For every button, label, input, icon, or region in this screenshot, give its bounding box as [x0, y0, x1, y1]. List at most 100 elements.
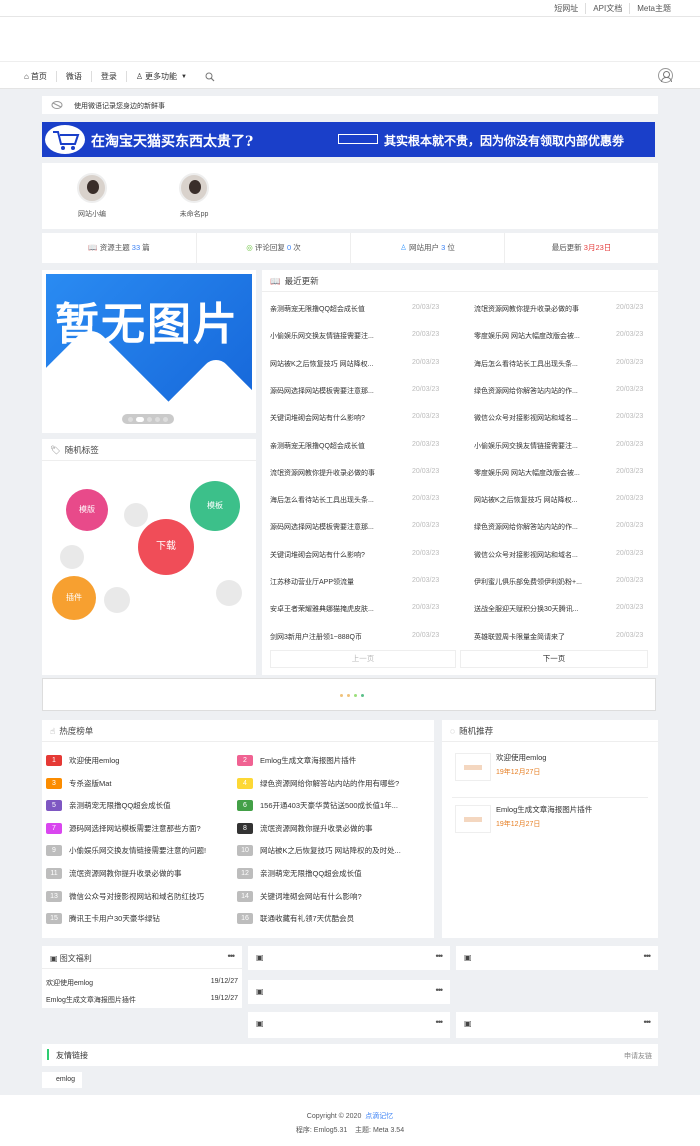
latest-item[interactable]: 安卓王者荣耀雅典娜猫掩虎皮肤... 20/03/23 — [270, 604, 439, 614]
program-link[interactable]: Emlog5.31 — [314, 1127, 347, 1134]
top-link-meta-theme[interactable]: Meta主题 — [629, 3, 678, 14]
latest-item[interactable]: 零度娱乐网 网站大幅度改版会被... 20/03/23 — [474, 468, 643, 478]
latest-item[interactable]: 绿色资源网给你解答站内站的作... 20/03/23 — [474, 522, 643, 532]
nav-more[interactable]: ♙ 更多功能 ▼ — [125, 71, 196, 82]
latest-item[interactable]: 微信公众号对接影视网站和域名... 20/03/23 — [474, 550, 643, 560]
friend-links-title: 友情链接 — [56, 1051, 88, 1060]
latest-item[interactable]: 网站被K之后恢复技巧 网站降权... 20/03/23 — [270, 359, 439, 369]
latest-item[interactable]: 海后怎么看待站长工具出现头条... 20/03/23 — [474, 359, 643, 369]
tag-bubble-empty[interactable] — [216, 580, 242, 606]
tag-bubble[interactable]: 下载 — [138, 519, 194, 575]
footer-copyright: Copyright © 2020 点滴记忆 — [0, 1111, 700, 1121]
image-slider[interactable]: 暂无图片 — [42, 270, 256, 433]
latest-item[interactable]: 亲测萌宠无限撸QQ超会成长值 20/03/23 — [270, 304, 439, 314]
ad-right-text: 其实根本就不贵，因为你没有领取内部优惠劵 — [384, 134, 625, 148]
image-text-item-title[interactable]: 欢迎使用emlog — [46, 978, 93, 988]
stat-topics: 📖 资源主题 33 篇 — [42, 233, 196, 263]
rank-badge: 8 — [237, 822, 253, 834]
latest-item[interactable]: 绿色资源网给你解答站内站的作... 20/03/23 — [474, 386, 643, 396]
latest-item[interactable]: 源码网选择网站模板需要注意那... 20/03/23 — [270, 522, 439, 532]
tag-bubble[interactable]: 模板 — [190, 481, 240, 531]
hot-item[interactable]: 11 流氓资源网教你提升收录必做的事 — [46, 868, 182, 879]
tag-bubble-empty[interactable] — [60, 545, 84, 569]
latest-item[interactable]: 小偷娱乐网交换友情链接需要注... 20/03/23 — [474, 441, 643, 451]
latest-item[interactable]: 海后怎么看待站长工具出现头条... 20/03/23 — [270, 495, 439, 505]
tag-bubble[interactable]: 插件 — [52, 576, 96, 620]
latest-item-title: 海后怎么看待站长工具出现头条... — [474, 360, 578, 368]
latest-item[interactable]: 亲测萌宠无限撸QQ超会成长值 20/03/23 — [270, 441, 439, 451]
theme-link[interactable]: Meta 3.54 — [373, 1127, 404, 1134]
hot-item[interactable]: 2 Emlog生成文章海报图片插件 — [237, 755, 356, 766]
hot-item[interactable]: 15 腾讯王卡用户30天豪华绿钻 — [46, 913, 160, 925]
latest-item[interactable]: 源码网选择网站模板需要注意那... 20/03/23 — [270, 386, 439, 396]
hot-item[interactable]: 4 绿色资源网给你解答站内站的作用有哪些? — [237, 777, 399, 789]
tag-bubble-empty[interactable] — [104, 587, 130, 613]
hot-item[interactable]: 8 流氓资源网教你提升收录必做的事 — [237, 822, 373, 834]
tag-bubble[interactable]: 模版 — [66, 489, 108, 531]
latest-item[interactable]: 剑网3新用户注册领1~888Q币 20/03/23 — [270, 632, 439, 642]
hot-item[interactable]: 12 亲测萌宠无限撸QQ超会成长值 — [237, 868, 362, 879]
hot-item[interactable]: 16 联通收藏有礼领7天优酷会员 — [237, 913, 354, 925]
slider-dot-active[interactable] — [136, 416, 144, 422]
more-icon[interactable]: ••• — [436, 1017, 444, 1027]
latest-item[interactable]: 英雄联盟周卡限量金简请来了 20/03/23 — [474, 632, 643, 642]
latest-item[interactable]: 零度娱乐网 网站大幅度改版会被... 20/03/23 — [474, 331, 643, 341]
latest-item[interactable]: 关键词堆砌会网站有什么影响? 20/03/23 — [270, 550, 439, 560]
latest-item[interactable]: 网站被K之后恢复技巧 网站降权... 20/03/23 — [474, 495, 643, 505]
slider-dot[interactable] — [155, 416, 160, 422]
latest-title: 最近更新 — [284, 276, 319, 286]
latest-item[interactable]: 流氓资源网教你提升收录必做的事 20/03/23 — [474, 304, 643, 314]
next-page-button[interactable]: 下一页 — [460, 650, 648, 668]
nav-search[interactable] — [196, 72, 224, 82]
empty-widget: ▣ ••• — [248, 946, 450, 970]
slider-dot[interactable] — [128, 416, 133, 422]
megaphone-icon — [51, 101, 63, 109]
user-icon[interactable] — [658, 68, 673, 83]
slider-dot[interactable] — [163, 416, 168, 422]
latest-item[interactable]: 伊利蜜儿俱乐部免费领伊利奶粉+... 20/03/23 — [474, 577, 643, 587]
hot-item[interactable]: 14 关键词堆砌会网站有什么影响? — [237, 890, 362, 902]
latest-item[interactable]: 流氓资源网教你提升收录必做的事 20/03/23 — [270, 468, 439, 478]
rec-item[interactable]: Emlog生成文章海报图片插件 19年12月27日 — [452, 802, 648, 842]
author-card[interactable]: 网站小编 — [62, 173, 122, 219]
top-link-api-docs[interactable]: API文档 — [585, 3, 629, 14]
nav-weiyu[interactable]: 微语 — [55, 71, 91, 82]
rec-item[interactable]: 欢迎使用emlog 19年12月27日 — [452, 750, 648, 798]
tag-bubble-empty[interactable] — [124, 503, 148, 527]
latest-item[interactable]: 小偷娱乐网交换友情链接需要注... 20/03/23 — [270, 331, 439, 341]
image-text-item-title[interactable]: Emlog生成文章海报图片插件 — [46, 995, 136, 1005]
hot-item[interactable]: 3 专杀盗版Mat — [46, 777, 112, 789]
more-icon[interactable]: ••• — [436, 951, 444, 961]
hot-item[interactable]: 7 源码网选择网站模板需要注意那些方面? — [46, 822, 201, 834]
friend-link[interactable]: emlog — [42, 1072, 82, 1088]
hot-item[interactable]: 9 小偷娱乐网交换友情链接需要注意的问题! — [46, 845, 206, 857]
author-card[interactable]: 未命名pp — [164, 173, 224, 219]
hot-item[interactable]: 13 微信公众号对接影视网站和域名防红技巧 — [46, 890, 204, 902]
notice-text[interactable]: 使用微语记录您身边的新鲜事 — [74, 101, 165, 111]
more-icon[interactable]: ••• — [228, 951, 236, 961]
hot-item[interactable]: 5 亲测萌宠无限撸QQ超会成长值 — [46, 800, 171, 812]
site-name-link[interactable]: 点滴记忆 — [365, 1113, 393, 1120]
latest-item[interactable]: 送战全服迎天赋积分换30天腾讯... 20/03/23 — [474, 604, 643, 614]
latest-item[interactable]: 微信公众号对接影视网站和域名... 20/03/23 — [474, 413, 643, 423]
slider-dots[interactable] — [122, 414, 174, 424]
more-icon[interactable]: ••• — [644, 951, 652, 961]
more-icon[interactable]: ••• — [644, 1017, 652, 1027]
hot-item[interactable]: 10 网站被K之后恢复技巧 网站降权的及时处... — [237, 845, 401, 857]
slider-dot[interactable] — [147, 416, 152, 422]
hot-item[interactable]: 1 欢迎使用emlog — [46, 755, 119, 766]
latest-item[interactable]: 关键词堆砌会网站有什么影响? 20/03/23 — [270, 413, 439, 423]
hot-item-title: 流氓资源网教你提升收录必做的事 — [69, 869, 182, 878]
nav-home[interactable]: ⌂ 首页 — [24, 71, 56, 82]
apply-link-button[interactable]: 申请友链 — [624, 1051, 652, 1061]
top-link-short-url[interactable]: 短网址 — [547, 3, 585, 14]
latest-item-date: 20/03/23 — [412, 358, 440, 366]
ad-banner[interactable]: 在淘宝天猫买东西太贵了? 其实根本就不贵，因为你没有领取内部优惠劵 — [42, 122, 655, 157]
stat-value: 3 — [441, 243, 446, 252]
nav-login[interactable]: 登录 — [90, 71, 126, 82]
latest-item[interactable]: 江苏移动营业厅APP领流量 20/03/23 — [270, 577, 439, 587]
hot-item[interactable]: 6 156开通403天豪华黄钻送500成长值1年... — [237, 800, 398, 812]
prev-page-button[interactable]: 上一页 — [270, 650, 456, 668]
more-icon[interactable]: ••• — [436, 985, 444, 995]
latest-item-date: 20/03/23 — [616, 467, 644, 475]
